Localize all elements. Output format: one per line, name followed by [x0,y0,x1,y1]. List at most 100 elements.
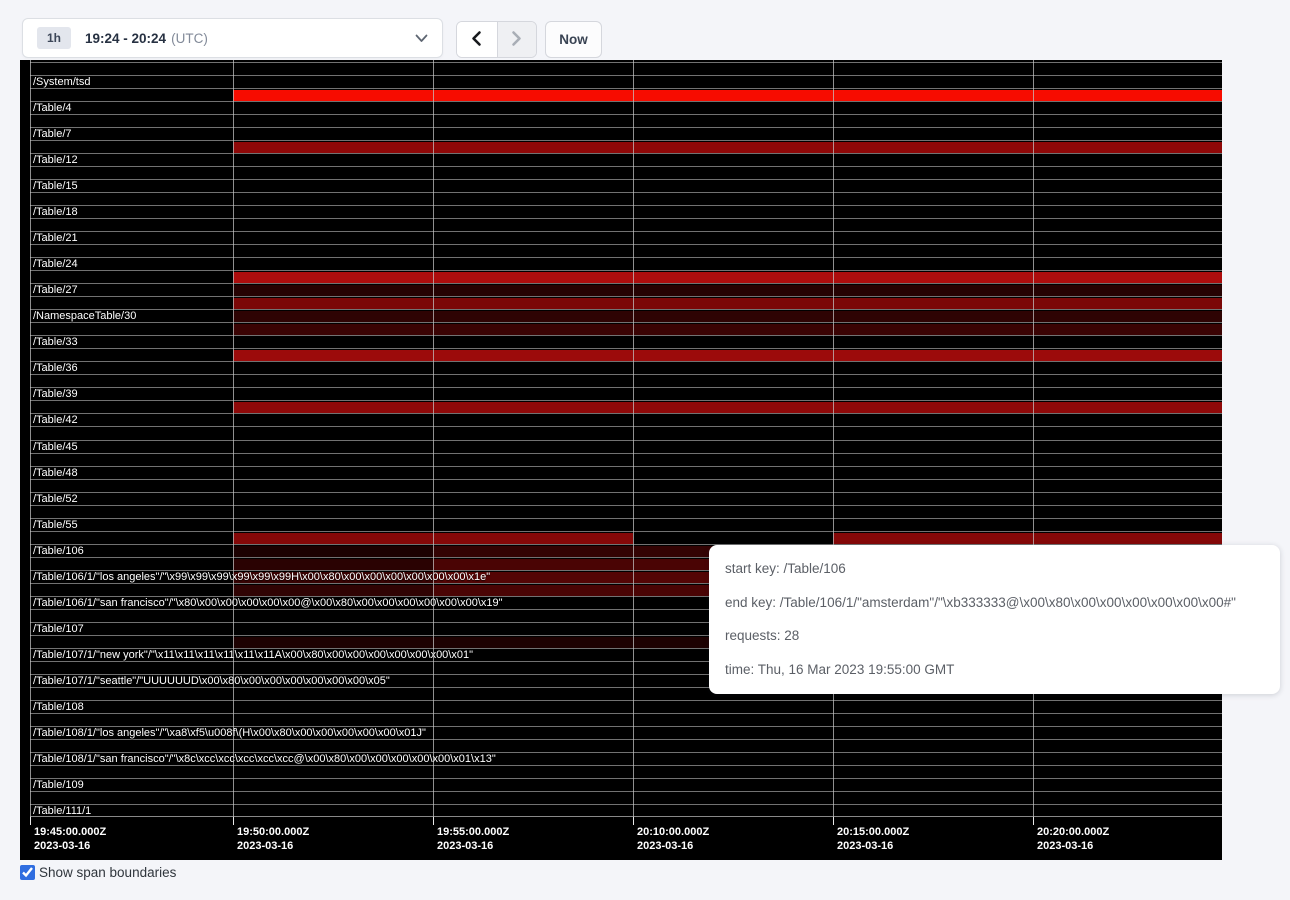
heat-band [233,324,1222,335]
heatmap-row[interactable] [30,218,1222,231]
heatmap-row[interactable] [30,270,1222,283]
span-label: /Table/52 [33,493,78,506]
heatmap-row[interactable]: /Table/27 [30,283,1222,296]
heatmap-row[interactable] [30,505,1222,518]
heatmap-row[interactable]: /Table/4 [30,101,1222,114]
axis-tick-time: 20:15:00.000Z [837,826,909,838]
heatmap-row[interactable] [30,192,1222,205]
gridline-vertical [1033,60,1034,822]
heatmap-row[interactable]: /Table/42 [30,413,1222,426]
heatmap-row[interactable]: /Table/36 [30,361,1222,374]
heatmap-row[interactable]: /Table/24 [30,257,1222,270]
span-tooltip: start key: /Table/106 end key: /Table/10… [709,545,1280,694]
span-label: /Table/108/1/"los angeles"/"\xa8\xf5\u00… [33,727,426,740]
heatmap-row[interactable] [30,244,1222,257]
key-visualizer-canvas[interactable]: /System/tsd/Table/4/Table/7/Table/12/Tab… [20,60,1222,860]
heatmap-row[interactable] [30,791,1222,804]
axis-tick [433,817,434,825]
heatmap-row[interactable] [30,296,1222,309]
heatmap-row[interactable] [30,453,1222,466]
heatmap-row[interactable] [30,400,1222,413]
heatmap-row[interactable] [30,374,1222,387]
gridline-vertical [433,60,434,822]
time-nav-group [456,21,537,58]
chevron-down-icon [415,34,428,43]
heatmap-row[interactable]: /NamespaceTable/30 [30,309,1222,322]
heat-band [233,90,1222,101]
time-range-select[interactable]: 1h 19:24 - 20:24 (UTC) [22,18,443,58]
tooltip-requests: requests: 28 [725,619,1264,653]
heatmap-row[interactable]: /Table/108/1/"los angeles"/"\xa8\xf5\u00… [30,726,1222,739]
heatmap-row[interactable] [30,426,1222,439]
heatmap-row[interactable] [30,739,1222,752]
span-label: /Table/107/1/"new york"/"\x11\x11\x11\x1… [33,649,473,662]
heatmap-row[interactable]: /Table/21 [30,231,1222,244]
heatmap-row[interactable]: /Table/33 [30,335,1222,348]
heatmap-row[interactable] [30,166,1222,179]
next-range-button[interactable] [497,22,537,57]
show-span-boundaries-checkbox[interactable] [20,865,35,880]
heatmap-row[interactable] [30,62,1222,75]
heat-band [233,402,1222,413]
gridline-vertical [233,60,234,822]
axis-tick [1033,817,1034,825]
gridline-vertical [30,60,31,822]
tooltip-start-key: start key: /Table/106 [725,552,1264,586]
heatmap-row[interactable]: /Table/12 [30,153,1222,166]
heatmap-row[interactable]: /Table/45 [30,440,1222,453]
heatmap-row[interactable] [30,88,1222,101]
axis-tick-date: 2023-03-16 [837,840,893,852]
heatmap-row[interactable]: /Table/48 [30,466,1222,479]
heatmap-row[interactable]: /Table/108/1/"san francisco"/"\x8c\xcc\x… [30,752,1222,765]
axis-tick-date: 2023-03-16 [637,840,693,852]
heatmap-row[interactable] [30,140,1222,153]
now-button[interactable]: Now [545,21,602,58]
span-label: /Table/106/1/"los angeles"/"\x99\x99\x99… [33,571,490,584]
heatmap-row[interactable] [30,114,1222,127]
span-label: /Table/15 [33,180,78,193]
heatmap-row[interactable] [30,531,1222,544]
prev-range-button[interactable] [457,22,497,57]
axis-tick-date: 2023-03-16 [1037,840,1093,852]
heatmap-row[interactable] [30,348,1222,361]
span-label: /Table/107 [33,623,84,636]
heatmap-row[interactable]: /Table/18 [30,205,1222,218]
heatmap-row[interactable] [30,765,1222,778]
heatmap-row[interactable]: /Table/52 [30,492,1222,505]
axis-tick-date: 2023-03-16 [34,840,90,852]
show-span-boundaries-label: Show span boundaries [39,865,176,880]
span-label: /Table/108 [33,701,84,714]
heatmap-row[interactable]: /Table/7 [30,127,1222,140]
heatmap-row[interactable]: /Table/108 [30,700,1222,713]
span-label: /Table/21 [33,232,78,245]
heatmap-row[interactable] [30,713,1222,726]
span-label: /Table/4 [33,102,72,115]
span-label: /Table/18 [33,206,78,219]
gridline-vertical [833,60,834,822]
heatmap-row[interactable]: /Table/55 [30,518,1222,531]
time-range-preset-badge: 1h [37,27,71,49]
heat-band [233,272,1222,283]
axis-tick [633,817,634,825]
axis-tick-time: 19:45:00.000Z [34,826,106,838]
heat-band [233,142,1222,153]
span-label: /Table/106 [33,545,84,558]
heatmap-row[interactable]: /Table/39 [30,387,1222,400]
tooltip-end-key: end key: /Table/106/1/"amsterdam"/"\xb33… [725,586,1264,620]
heatmap-row[interactable] [30,322,1222,335]
span-label: /Table/48 [33,467,78,480]
time-range-text: 19:24 - 20:24 [85,31,166,46]
heatmap-row[interactable]: /System/tsd [30,75,1222,88]
span-label: /Table/27 [33,284,78,297]
span-label: /Table/12 [33,154,78,167]
heat-band [233,546,433,557]
heat-band [233,350,1222,361]
span-label: /Table/36 [33,362,78,375]
heatmap-row[interactable]: /Table/15 [30,179,1222,192]
show-span-boundaries-control[interactable]: Show span boundaries [20,865,176,880]
heatmap-row[interactable]: /Table/109 [30,778,1222,791]
span-label: /Table/24 [33,258,78,271]
heatmap-row[interactable] [30,479,1222,492]
heatmap-row[interactable]: /Table/111/1 [30,804,1222,817]
span-label: /NamespaceTable/30 [33,310,136,323]
